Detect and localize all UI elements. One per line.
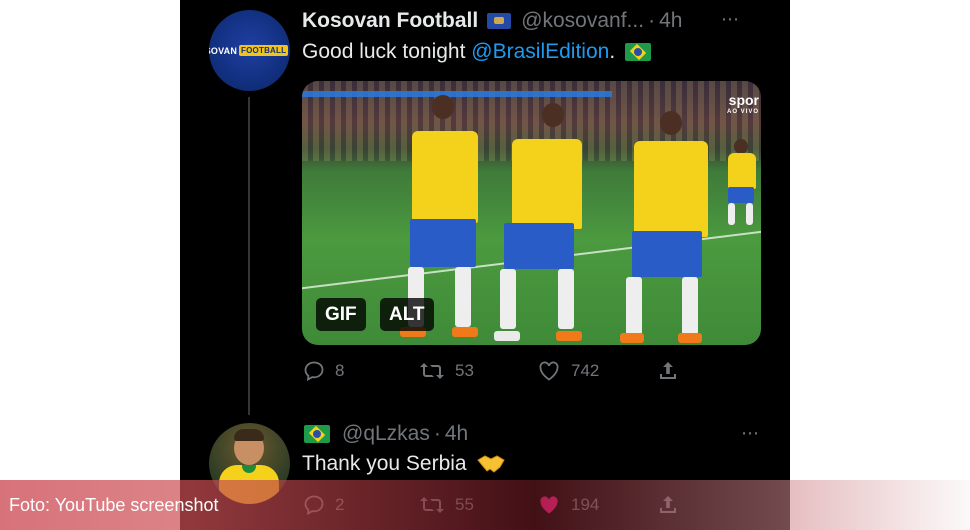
avatar-kosovan-football[interactable]: KOSOVAN FOOTBALL xyxy=(209,10,290,91)
author-name[interactable]: Kosovan Football xyxy=(302,9,478,33)
handshake-emoji-icon xyxy=(476,454,505,474)
retweet-icon xyxy=(420,363,444,379)
broadcast-brand: spor xyxy=(728,92,759,108)
photo-credit-caption: Foto: YouTube screenshot xyxy=(9,495,219,515)
avatar-logo-badge: FOOTBALL xyxy=(239,45,289,56)
meta-separator: · xyxy=(648,9,656,32)
reply-icon xyxy=(304,361,324,382)
avatar-logo: KOSOVAN FOOTBALL xyxy=(209,43,290,59)
tweet-actions: 8 53 742 xyxy=(302,358,702,384)
gif-badge[interactable]: GIF xyxy=(316,298,366,331)
retweet-button[interactable]: 53 xyxy=(418,359,474,383)
reply-author-handle[interactable]: @qLzkas xyxy=(342,422,430,446)
broadcast-logo: spor AO VIVO xyxy=(727,93,759,115)
player-figure xyxy=(494,103,592,345)
thread-connector-line xyxy=(248,97,250,415)
alt-text-button[interactable]: ALT xyxy=(380,298,434,331)
share-button[interactable] xyxy=(656,359,680,383)
tweet-thread-panel: KOSOVAN FOOTBALL Kosovan Football @kosov… xyxy=(180,0,790,530)
reply-time[interactable]: 4h xyxy=(445,422,468,446)
reply-count: 8 xyxy=(335,361,345,380)
tweet-time[interactable]: 4h xyxy=(659,9,682,33)
meta-separator: · xyxy=(433,422,441,445)
mention-link[interactable]: @BrasilEdition xyxy=(471,40,609,64)
heart-icon xyxy=(539,361,559,381)
tweet-header: Kosovan Football @kosovanf... · 4h ⋯ xyxy=(302,7,770,35)
like-count: 742 xyxy=(571,361,600,380)
kosovo-flag-icon xyxy=(487,13,512,29)
tweet-text-end: . xyxy=(609,40,616,63)
player-figure xyxy=(726,139,761,239)
player-figure xyxy=(620,111,716,345)
more-options-icon[interactable]: ⋯ xyxy=(741,423,760,444)
broadcast-live-label: AO VIVO xyxy=(726,109,759,115)
brazil-flag-icon xyxy=(625,43,652,61)
tweet-text: Good luck tonight @BrasilEdition . xyxy=(302,40,652,64)
reply-button[interactable]: 8 xyxy=(302,359,344,383)
avatar-logo-text: KOSOVAN xyxy=(209,45,238,56)
reply-text: Thank you Serbia xyxy=(302,452,505,476)
author-handle[interactable]: @kosovanf... xyxy=(521,9,644,33)
reply-text-content: Thank you Serbia xyxy=(302,452,467,475)
tweet-text-start: Good luck tonight xyxy=(302,40,472,63)
tweet-media-gif[interactable]: spor AO VIVO GIF ALT xyxy=(302,81,761,345)
like-button[interactable]: 742 xyxy=(536,359,599,383)
reply-header: @qLzkas · 4h xyxy=(302,421,468,447)
brazil-flag-icon xyxy=(304,425,330,443)
retweet-count: 53 xyxy=(455,361,474,380)
share-icon xyxy=(660,362,676,379)
more-options-icon[interactable]: ⋯ xyxy=(721,9,740,30)
